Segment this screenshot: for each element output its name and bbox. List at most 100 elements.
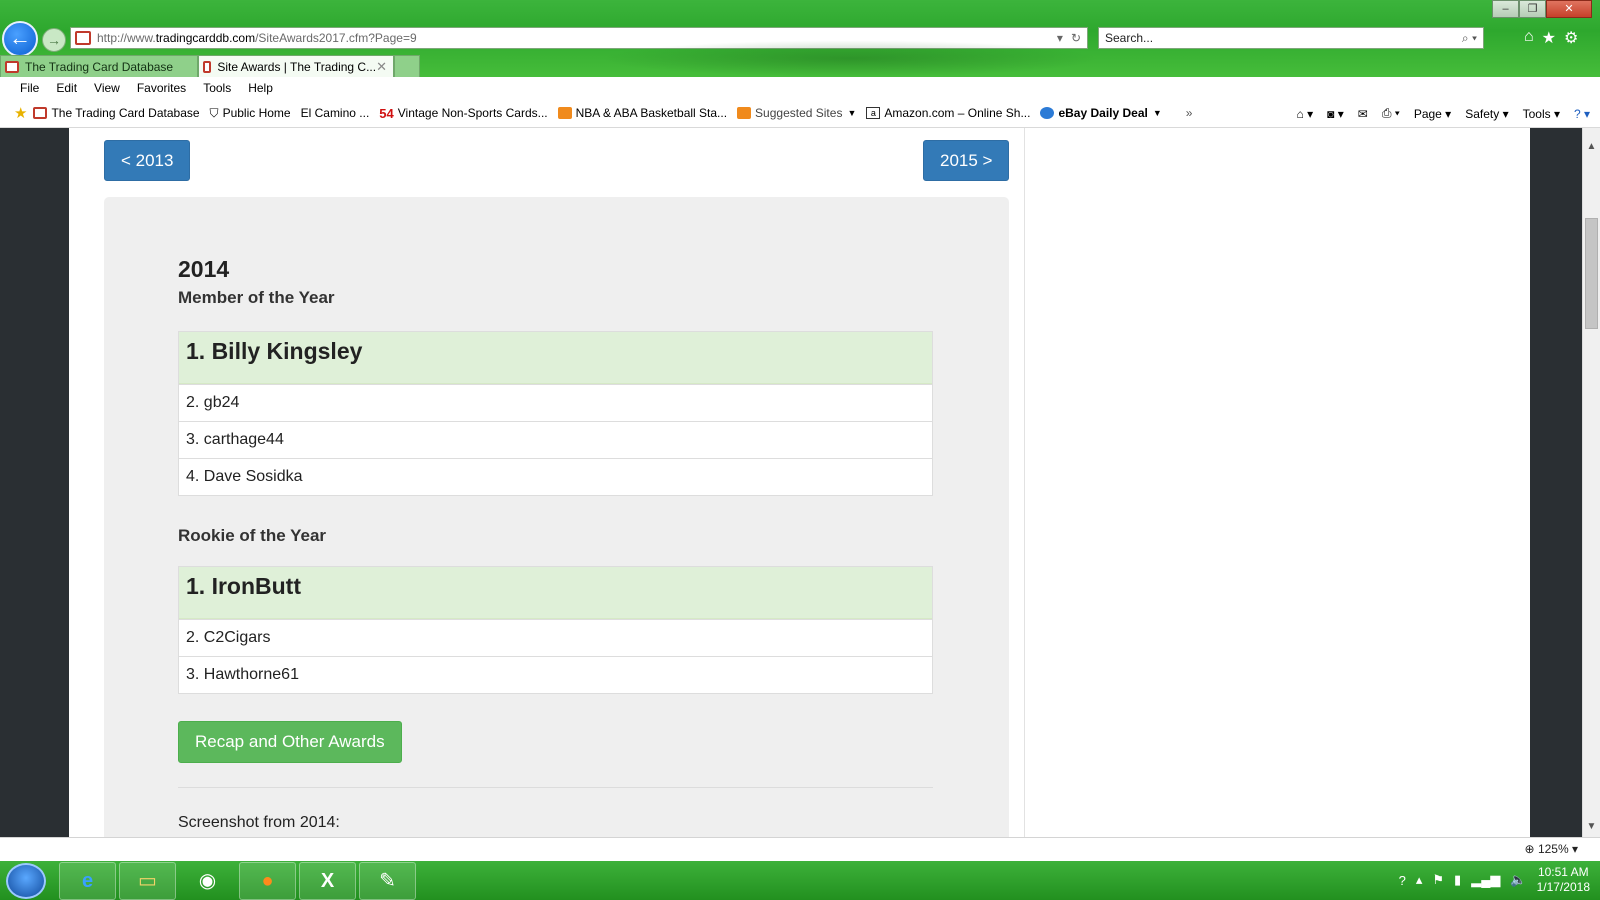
rss-feed-icon[interactable]: ◙ ▾ — [1327, 107, 1344, 121]
home-icon[interactable]: ⌂ — [1524, 28, 1534, 48]
page-viewport: < 2013 2015 > 2014 Member of the Year 1.… — [0, 128, 1600, 837]
browser-titlebar: – ❐ ✕ ← → http://www.tradingcarddb.com/S… — [0, 0, 1600, 77]
next-year-button[interactable]: 2015 > — [923, 140, 1010, 181]
fav-el-camino[interactable]: El Camino ... — [301, 106, 370, 120]
chevron-down-icon: ▼ — [847, 108, 857, 118]
page-menu[interactable]: Page ▾ — [1414, 107, 1451, 121]
scroll-down-icon[interactable]: ▼ — [1583, 818, 1600, 835]
fav-vintage-non-sports[interactable]: 54 Vintage Non-Sports Cards... — [379, 106, 547, 121]
windows-taskbar: e ▭ ◉ ● X ✎ ? ▴ ⚑ ▮ ▂▄▆ 🔈 10:51 AM 1/17/… — [0, 861, 1600, 900]
refresh-icon[interactable]: ↻ — [1071, 31, 1081, 45]
dropdown-icon[interactable]: ▾ — [1057, 31, 1063, 45]
fav-badge: 54 — [379, 105, 394, 121]
tab-site-awards[interactable]: Site Awards | The Trading C... ✕ — [198, 55, 394, 77]
minimize-button[interactable]: – — [1492, 0, 1519, 18]
fav-label: Vintage Non-Sports Cards... — [397, 106, 548, 120]
clock[interactable]: 10:51 AM 1/17/2018 — [1537, 865, 1590, 895]
fav-label: Amazon.com – Online Sh... — [884, 106, 1031, 120]
favorites-bar: ★ The Trading Card Database ⛉ Public Hom… — [0, 99, 1600, 128]
chrome-taskbar-icon[interactable]: ◉ — [179, 862, 236, 900]
add-favorite-star-icon[interactable]: ★ — [14, 104, 27, 122]
home-icon[interactable]: ⌂ ▾ — [1297, 107, 1314, 121]
main-content: < 2013 2015 > 2014 Member of the Year 1.… — [87, 128, 1024, 837]
menu-tools[interactable]: Tools — [203, 81, 231, 95]
system-tray: ? ▴ ⚑ ▮ ▂▄▆ 🔈 10:51 AM 1/17/2018 — [1399, 865, 1590, 895]
firefox-taskbar-icon[interactable]: ● — [239, 862, 296, 900]
favorites-star-icon[interactable]: ★ — [1542, 28, 1556, 48]
previous-year-button[interactable]: < 2013 — [104, 140, 191, 181]
battery-icon[interactable]: ▮ — [1454, 872, 1461, 888]
rookie-winner: 1. IronButt — [179, 567, 932, 619]
arrow-right-icon: → — [47, 32, 61, 48]
menu-bar: File Edit View Favorites Tools Help — [0, 77, 1600, 99]
menu-favorites[interactable]: Favorites — [137, 81, 186, 95]
command-bar: ⌂ ▾ ◙ ▾ ✉ ⎙ ▾ Page ▾ Safety ▾ Tools ▾ ? … — [1286, 99, 1590, 127]
url-text[interactable]: http://www.tradingcarddb.com/SiteAwards2… — [97, 31, 1057, 45]
list-item: 3. carthage44 — [179, 421, 932, 458]
mail-icon[interactable]: ✉ — [1358, 107, 1368, 121]
zoom-level-control[interactable]: ⊕ 125% ▾ — [1525, 842, 1578, 856]
divider — [178, 787, 933, 788]
fav-label: The Trading Card Database — [51, 106, 200, 120]
tools-menu[interactable]: Tools ▾ — [1523, 107, 1560, 121]
menu-view[interactable]: View — [94, 81, 120, 95]
fav-public-home[interactable]: ⛉ Public Home — [210, 106, 291, 121]
start-button[interactable] — [6, 863, 46, 899]
back-button[interactable]: ← — [2, 21, 38, 57]
print-icon[interactable]: ⎙ ▾ — [1382, 106, 1400, 121]
url-prefix: http://www. — [97, 31, 156, 45]
fav-trading-card-database[interactable]: The Trading Card Database — [33, 106, 200, 120]
address-bar[interactable]: http://www.tradingcarddb.com/SiteAwards2… — [70, 27, 1088, 49]
suggested-sites-icon — [737, 107, 752, 119]
file-explorer-taskbar-icon[interactable]: ▭ — [119, 862, 176, 900]
help-icon[interactable]: ? ▾ — [1574, 107, 1590, 121]
screenshot-caption: Screenshot from 2014: — [178, 814, 340, 831]
search-box[interactable]: ⌕ ▾ — [1098, 27, 1484, 49]
forward-button[interactable]: → — [42, 28, 66, 52]
scroll-thumb[interactable] — [1585, 218, 1598, 329]
volume-muted-icon[interactable]: 🔈 — [1510, 872, 1526, 888]
bookmark-icon: ⛉ — [209, 105, 219, 120]
new-tab-button[interactable] — [394, 55, 420, 77]
search-icon[interactable]: ⌕ ▾ — [1462, 31, 1477, 46]
zoom-icon: ⊕ — [1524, 842, 1535, 856]
chevron-up-icon[interactable]: ▴ — [1416, 872, 1423, 888]
maximize-button[interactable]: ❐ — [1519, 0, 1546, 18]
tab-trading-card-database[interactable]: The Trading Card Database — [0, 55, 198, 77]
search-input[interactable] — [1105, 31, 1462, 45]
close-tab-icon[interactable]: ✕ — [376, 59, 387, 75]
site-favicon-icon — [33, 107, 48, 119]
flag-icon[interactable]: ⚑ — [1432, 872, 1444, 888]
fav-label: Suggested Sites — [755, 106, 843, 120]
list-item: 3. Hawthorne61 — [179, 656, 932, 693]
more-favorites-icon[interactable]: » — [1186, 106, 1193, 120]
amazon-icon: a — [866, 107, 881, 119]
menu-file[interactable]: File — [20, 81, 39, 95]
safety-menu[interactable]: Safety ▾ — [1465, 107, 1508, 121]
close-window-button[interactable]: ✕ — [1546, 0, 1592, 18]
tools-menu-label: Tools — [1522, 106, 1551, 121]
fav-suggested-sites[interactable]: Suggested Sites ▼ — [737, 106, 856, 120]
recap-awards-button[interactable]: Recap and Other Awards — [178, 721, 402, 763]
signal-icon[interactable]: ▂▄▆ — [1471, 872, 1500, 888]
tab-label: The Trading Card Database — [25, 59, 174, 74]
scroll-up-icon[interactable]: ▲ — [1583, 138, 1600, 155]
status-bar: ⊕ 125% ▾ — [0, 837, 1600, 861]
internet-explorer-taskbar-icon[interactable]: e — [59, 862, 116, 900]
gear-icon[interactable]: ⚙ — [1564, 28, 1578, 48]
url-path: /SiteAwards2017.cfm?Page=9 — [255, 31, 417, 45]
help-icon[interactable]: ? — [1399, 873, 1406, 888]
clock-time: 10:51 AM — [1537, 865, 1589, 879]
url-domain: tradingcarddb.com — [155, 31, 256, 45]
excel-taskbar-icon[interactable]: X — [299, 862, 356, 900]
year-heading: 2014 — [178, 256, 230, 282]
fav-ebay-daily-deal[interactable]: eBay Daily Deal ▼ — [1040, 106, 1162, 120]
member-winner: 1. Billy Kingsley — [179, 332, 932, 384]
paint-taskbar-icon[interactable]: ✎ — [359, 862, 416, 900]
fav-amazon[interactable]: a Amazon.com – Online Sh... — [866, 106, 1030, 120]
menu-edit[interactable]: Edit — [56, 81, 77, 95]
vertical-scrollbar[interactable]: ▲ ▼ — [1582, 128, 1600, 837]
safety-menu-label: Safety — [1465, 106, 1500, 121]
menu-help[interactable]: Help — [248, 81, 273, 95]
fav-nba-aba-basketball[interactable]: NBA & ABA Basketball Sta... — [557, 106, 727, 120]
